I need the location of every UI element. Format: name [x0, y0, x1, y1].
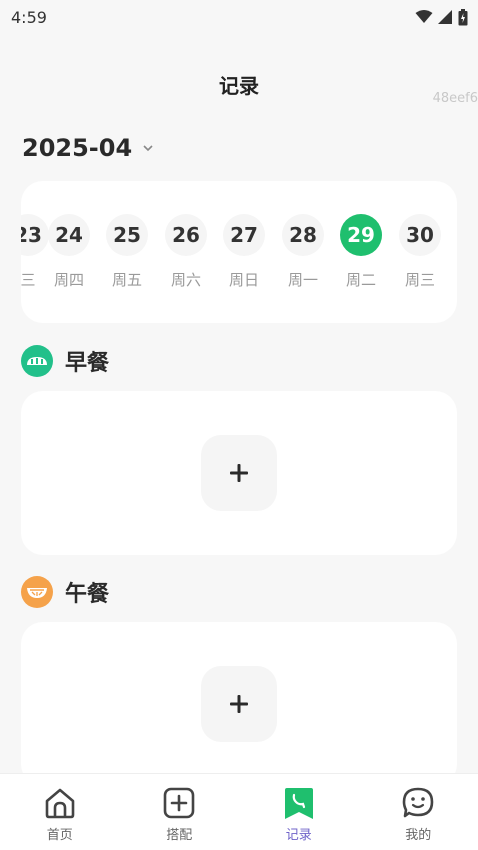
date-weekday: 周三: [404, 271, 435, 289]
smiley-bubble-icon: [402, 787, 434, 818]
date-item[interactable]: 28 周一: [281, 214, 325, 290]
nav-item-match[interactable]: 搭配: [120, 774, 240, 850]
add-lunch-button[interactable]: [201, 666, 277, 742]
add-breakfast-button[interactable]: [201, 435, 277, 511]
nav-item-mine[interactable]: 我的: [359, 774, 478, 850]
meal-card-breakfast: [21, 391, 457, 555]
date-item-selected[interactable]: 29 周二: [339, 214, 383, 290]
meal-header-breakfast: 早餐: [21, 345, 109, 377]
date-item[interactable]: 27 周日: [222, 214, 266, 290]
date-item-partial[interactable]: 23 三: [21, 214, 50, 290]
meal-card-lunch: [21, 622, 457, 786]
nav-item-record[interactable]: 记录: [239, 774, 359, 850]
date-number: 26: [165, 214, 207, 256]
meal-header-lunch: 午餐: [21, 576, 109, 608]
bottom-nav: 首页 搭配 记录 我的: [0, 773, 478, 850]
bookmark-phone-icon: [284, 788, 313, 819]
plus-icon: [230, 464, 248, 482]
status-bar: 4:59: [0, 0, 478, 34]
nav-label: 记录: [285, 828, 312, 843]
nav-label: 我的: [405, 828, 432, 843]
plus-icon: [230, 695, 248, 713]
nav-item-home[interactable]: 首页: [0, 774, 120, 850]
home-icon: [45, 788, 75, 819]
page-title: 记录: [219, 74, 259, 98]
meal-title: 午餐: [65, 582, 110, 607]
plus-square-icon: [163, 787, 195, 819]
date-strip-card: 23 三 24 周四 25 周五 26 周六 27 周日 28 周一 29 周二…: [21, 181, 457, 323]
nav-label: 首页: [46, 828, 73, 843]
date-weekday: 周六: [170, 271, 201, 289]
breakfast-bread-icon: [21, 345, 53, 377]
signal-icon: [438, 10, 452, 24]
nav-label: 搭配: [166, 828, 193, 843]
date-item[interactable]: 26 周六: [164, 214, 208, 290]
date-number: 23: [21, 214, 49, 256]
battery-icon: [458, 8, 468, 25]
date-number: 30: [399, 214, 441, 256]
chevron-down-icon: [143, 145, 153, 152]
date-strip[interactable]: 23 三 24 周四 25 周五 26 周六 27 周日 28 周一 29 周二…: [21, 214, 457, 304]
status-icons: [415, 8, 468, 26]
date-item[interactable]: 30 周三: [398, 214, 442, 290]
date-item[interactable]: 25 周五: [105, 214, 149, 290]
date-weekday: 周四: [53, 271, 84, 289]
date-weekday: 周五: [111, 271, 142, 289]
date-number: 24: [48, 214, 90, 256]
date-weekday: 周二: [345, 271, 376, 289]
date-number: 28: [282, 214, 324, 256]
date-weekday: 周一: [287, 271, 318, 289]
month-selector[interactable]: 2025-04: [22, 134, 154, 162]
watermark-text: 48eef6: [432, 91, 478, 106]
date-weekday: 三: [21, 271, 36, 289]
status-time: 4:59: [11, 7, 47, 27]
lunch-bowl-icon: [21, 576, 53, 608]
date-number: 29: [340, 214, 382, 256]
meal-title: 早餐: [65, 351, 110, 376]
date-number: 27: [223, 214, 265, 256]
month-label: 2025-04: [22, 134, 133, 162]
date-weekday: 周日: [228, 271, 259, 289]
wifi-icon: [415, 10, 433, 23]
date-item[interactable]: 24 周四: [47, 214, 91, 290]
date-number: 25: [106, 214, 148, 256]
